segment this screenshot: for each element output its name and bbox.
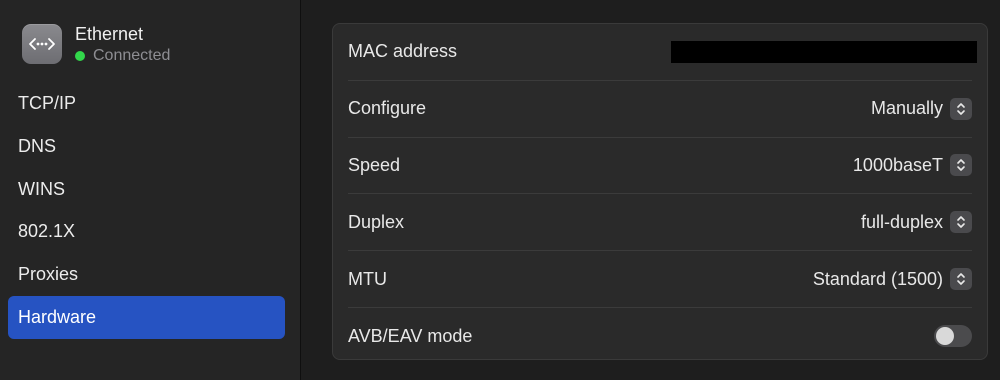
- avb-eav-row: AVB/EAV mode: [348, 308, 972, 365]
- hardware-settings-panel: MAC address Configure Manually Speed 100…: [332, 23, 988, 360]
- duplex-popup[interactable]: full-duplex: [860, 211, 972, 234]
- sidebar-item-tcpip[interactable]: TCP/IP: [8, 82, 285, 125]
- mtu-popup[interactable]: Standard (1500): [812, 268, 972, 291]
- avb-eav-label: AVB/EAV mode: [348, 325, 473, 346]
- speed-label: Speed: [348, 154, 401, 175]
- mac-address-row: MAC address: [348, 24, 977, 81]
- mtu-value: Standard (1500): [812, 268, 943, 289]
- interface-header: Ethernet Connected: [22, 22, 170, 66]
- speed-popup[interactable]: 1000baseT: [852, 154, 972, 177]
- chevron-up-down-icon: [950, 211, 972, 234]
- configure-popup[interactable]: Manually: [870, 97, 972, 120]
- chevron-up-down-icon: [950, 97, 972, 120]
- sidebar-item-wins[interactable]: WINS: [8, 168, 285, 211]
- sidebar-item-proxies[interactable]: Proxies: [8, 253, 285, 296]
- sidebar: Ethernet Connected TCP/IP DNS WINS 802.1…: [0, 0, 300, 380]
- interface-name: Ethernet: [75, 24, 144, 44]
- sidebar-divider: [300, 0, 301, 380]
- status-dot-icon: [75, 51, 85, 61]
- mac-address-label: MAC address: [348, 41, 458, 62]
- duplex-row: Duplex full-duplex: [348, 194, 972, 252]
- mtu-row: MTU Standard (1500): [348, 251, 972, 308]
- duplex-label: Duplex: [348, 211, 405, 232]
- settings-nav: TCP/IP DNS WINS 802.1X Proxies Hardware: [8, 82, 285, 339]
- chevron-up-down-icon: [950, 154, 972, 177]
- duplex-value: full-duplex: [860, 211, 943, 232]
- configure-label: Configure: [348, 98, 427, 119]
- mtu-label: MTU: [348, 268, 387, 289]
- configure-row: Configure Manually: [348, 81, 972, 138]
- sidebar-item-8021x[interactable]: 802.1X: [8, 210, 285, 253]
- chevron-up-down-icon: [950, 268, 972, 291]
- speed-row: Speed 1000baseT: [348, 138, 972, 195]
- configure-value: Manually: [870, 98, 943, 119]
- sidebar-item-hardware[interactable]: Hardware: [8, 295, 285, 339]
- speed-value: 1000baseT: [852, 154, 943, 175]
- avb-eav-toggle[interactable]: [934, 325, 972, 348]
- mac-address-value-redacted: [671, 40, 977, 63]
- ethernet-icon: [22, 24, 62, 64]
- connection-status: Connected: [93, 47, 171, 64]
- sidebar-item-dns[interactable]: DNS: [8, 125, 285, 168]
- toggle-knob: [936, 327, 954, 346]
